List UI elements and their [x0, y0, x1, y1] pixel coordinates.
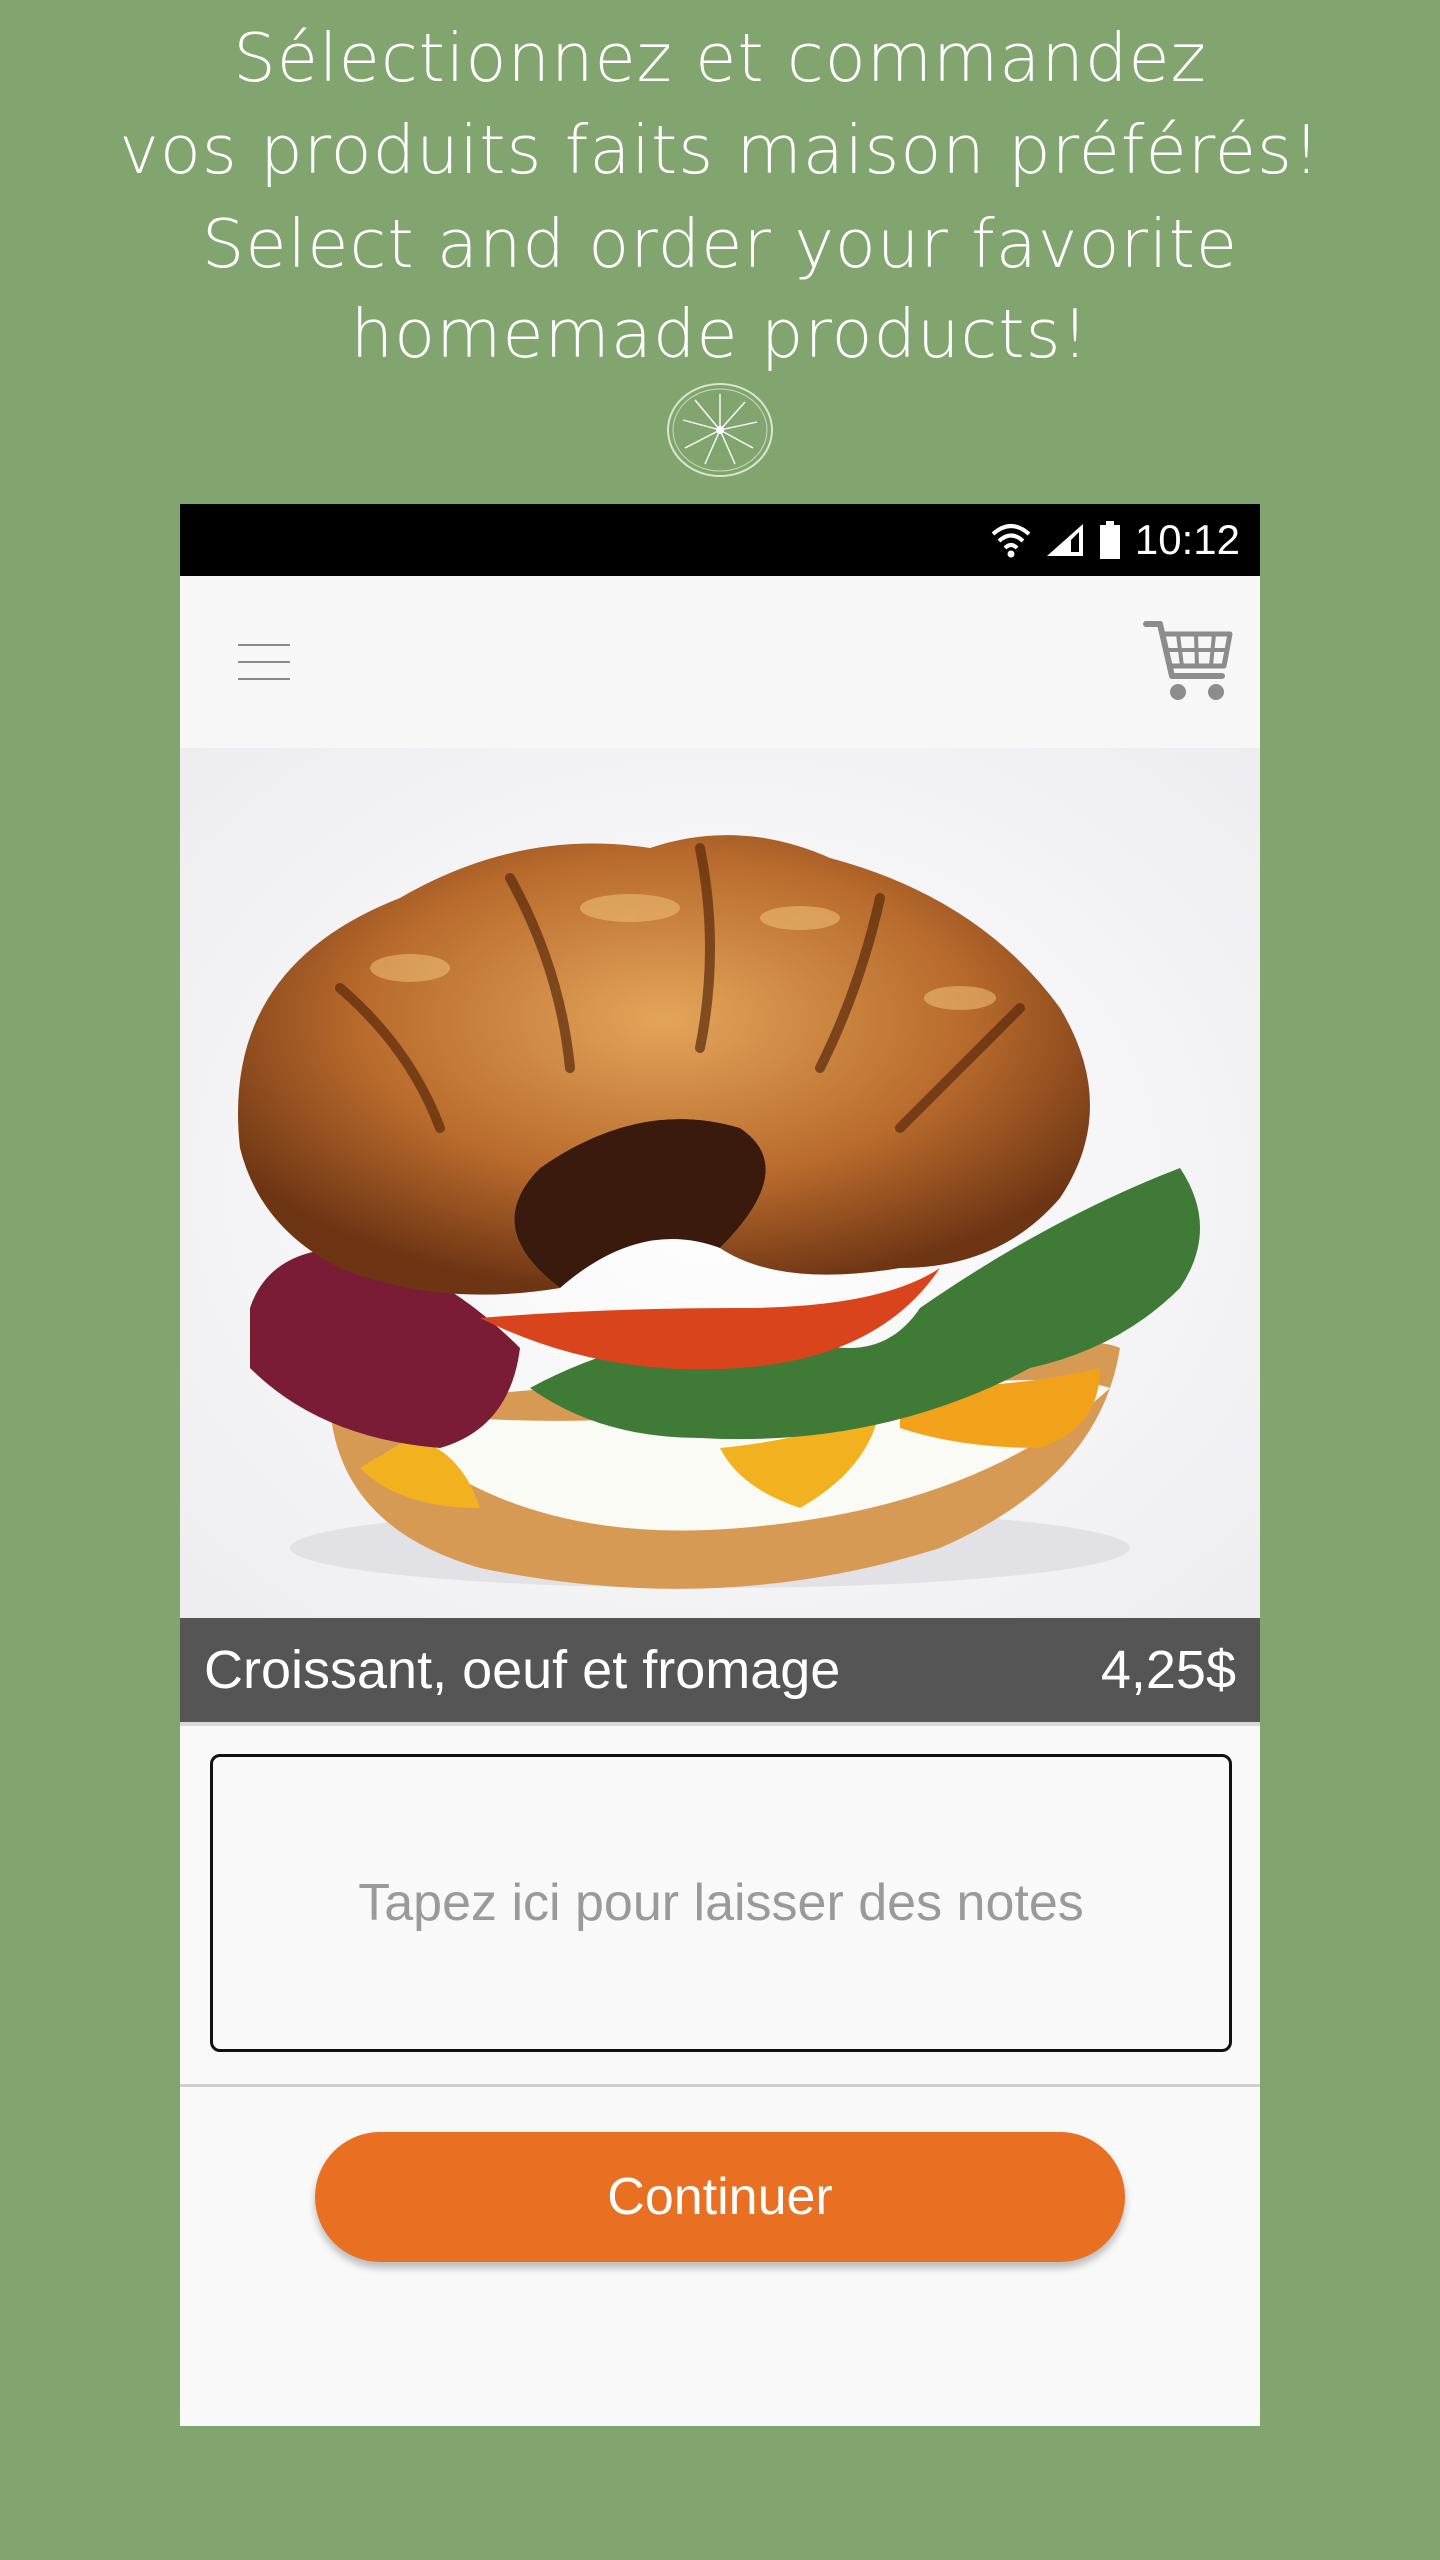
promo-line-french-2: vos produits faits maison préférés!: [119, 111, 1321, 189]
continue-button[interactable]: Continuer: [315, 2132, 1125, 2262]
promo-line-english-2: homemade products!: [350, 295, 1090, 373]
brand-logo: [667, 383, 773, 477]
signal-icon: [1046, 524, 1083, 556]
product-name: Croissant, oeuf et fromage: [204, 1640, 841, 1700]
product-price: 4,25$: [1100, 1640, 1236, 1700]
notes-placeholder: Tapez ici pour laisser des notes: [358, 1874, 1084, 1932]
shopping-cart-icon[interactable]: [1142, 614, 1238, 710]
battery-icon: [1099, 521, 1120, 559]
promo-line-english-1: Select and order your favorite: [201, 205, 1239, 283]
product-caption-bar: Croissant, oeuf et fromage 4,25$: [180, 1618, 1260, 1722]
caption-divider: [180, 1722, 1260, 1726]
notes-input[interactable]: Tapez ici pour laisser des notes: [210, 1754, 1232, 2052]
wifi-icon: [991, 524, 1031, 558]
product-photo: [180, 748, 1260, 1622]
phone-screen: 10:12 Croissant, oeuf et fromage 4,25$ T…: [180, 504, 1260, 2426]
status-bar: 10:12: [180, 504, 1260, 576]
status-time: 10:12: [1134, 516, 1240, 563]
section-divider: [180, 2084, 1260, 2087]
hamburger-menu-icon[interactable]: [230, 632, 298, 692]
promo-line-french-1: Sélectionnez et commandez: [233, 19, 1207, 97]
app-bar: [180, 576, 1260, 748]
